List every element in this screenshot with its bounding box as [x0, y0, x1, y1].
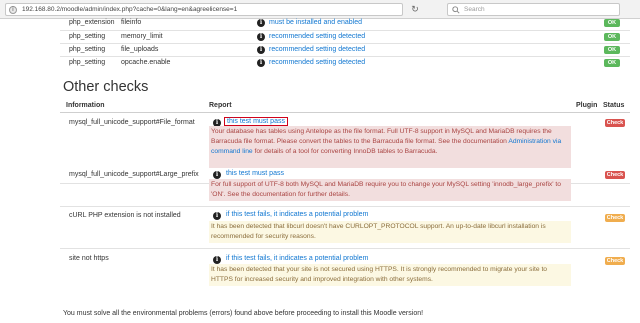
header-report: Report [209, 102, 232, 109]
info-icon: i [213, 212, 221, 220]
check-information: mysql_full_unicode_support#Large_prefix [69, 171, 199, 178]
status-badge: Check [605, 119, 625, 127]
env-row: php_setting memory_limit i recommended s… [60, 30, 630, 43]
check-information: site not https [69, 255, 109, 262]
env-report-link[interactable]: must be installed and enabled [269, 19, 362, 26]
status-badge: Check [605, 214, 625, 222]
env-name: opcache.enable [121, 59, 171, 66]
header-information: Information [66, 102, 105, 109]
env-row: php_setting file_uploads i recommended s… [60, 43, 630, 56]
env-type: php_setting [69, 59, 106, 66]
search-icon [452, 6, 460, 14]
env-type: php_setting [69, 33, 106, 40]
error-text: Your database has tables using Antelope … [211, 128, 552, 145]
footer-note: You must solve all the environmental pro… [63, 310, 424, 317]
status-badge: Check [605, 257, 625, 265]
info-icon: i [213, 171, 221, 179]
env-report-link[interactable]: recommended setting detected [269, 33, 365, 40]
env-name: memory_limit [121, 33, 163, 40]
info-icon: i [257, 33, 265, 41]
ok-badge: OK [604, 46, 620, 54]
info-icon: i [213, 256, 221, 264]
env-row: php_extension fileinfo i must be install… [60, 17, 630, 30]
env-type: php_setting [69, 46, 106, 53]
header-status: Status [603, 102, 625, 109]
check-information: mysql_full_unicode_support#File_format [69, 119, 195, 126]
env-report-link[interactable]: recommended setting detected [269, 46, 365, 53]
reload-icon[interactable]: ↻ [408, 3, 422, 16]
env-type: php_extension [69, 19, 115, 26]
info-icon: i [257, 59, 265, 67]
env-name: fileinfo [121, 19, 142, 26]
info-icon: i [257, 19, 265, 27]
env-name: file_uploads [121, 46, 159, 53]
check-report-link[interactable]: this test must pass [226, 170, 284, 177]
error-message: For full support of UTF-8 both MySQL and… [209, 179, 571, 201]
check-report-link[interactable]: this test must pass [224, 117, 288, 126]
section-title: Other checks [63, 79, 149, 95]
ok-badge: OK [604, 33, 620, 41]
url-text: 192.168.80.2/moodle/admin/index.php?cach… [22, 6, 238, 13]
info-icon: i [257, 46, 265, 54]
search-box[interactable]: Search [447, 3, 620, 16]
error-text: for details of a tool for converting Inn… [252, 148, 438, 155]
site-info-icon[interactable]: i [9, 6, 17, 14]
check-report-link[interactable]: if this test fails, it indicates a poten… [226, 255, 368, 262]
warning-message: It has been detected that libcurl doesn'… [209, 221, 571, 243]
check-report-link[interactable]: if this test fails, it indicates a poten… [226, 211, 368, 218]
env-row: php_setting opcache.enable i recommended… [60, 56, 630, 69]
status-badge: Check [605, 171, 625, 179]
page-content: php_extension fileinfo i must be install… [0, 19, 640, 323]
ok-badge: OK [604, 59, 620, 67]
warning-message: It has been detected that your site is n… [209, 264, 571, 286]
address-bar[interactable]: i 192.168.80.2/moodle/admin/index.php?ca… [5, 3, 403, 16]
error-message: Your database has tables using Antelope … [209, 126, 571, 168]
header-divider [60, 112, 630, 113]
ok-badge: OK [604, 19, 620, 27]
header-plugin: Plugin [576, 102, 598, 109]
row-divider [60, 206, 630, 207]
row-divider [60, 248, 630, 249]
check-information: cURL PHP extension is not installed [69, 212, 181, 219]
env-report-link[interactable]: recommended setting detected [269, 59, 365, 66]
search-placeholder: Search [464, 6, 485, 13]
